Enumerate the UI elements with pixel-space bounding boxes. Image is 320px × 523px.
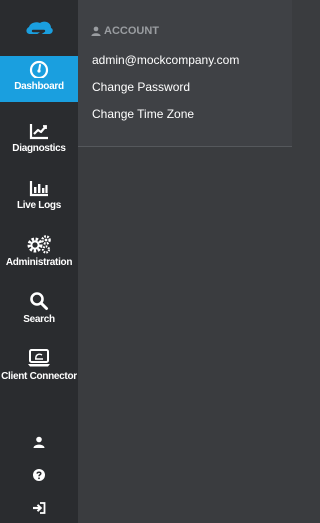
user-profile-button[interactable]	[0, 433, 78, 451]
nav-dashboard[interactable]: Dashboard	[0, 56, 78, 102]
nav-client-connector-label: Client Connector	[1, 371, 77, 382]
gauge-icon	[29, 56, 49, 78]
account-header-label: ACCOUNT	[104, 25, 159, 37]
sign-out-icon	[33, 502, 46, 514]
nav-live-logs[interactable]: Live Logs	[0, 175, 78, 221]
nav-dashboard-label: Dashboard	[14, 81, 64, 92]
help-icon	[33, 469, 45, 481]
nav-search[interactable]: Search	[0, 289, 78, 335]
account-section-header: ACCOUNT	[91, 25, 159, 37]
left-nav-sidebar: Dashboard Diagnostics Live Logs Administ…	[0, 0, 78, 523]
user-icon	[91, 26, 101, 36]
sign-out-button[interactable]	[0, 499, 78, 517]
nav-live-logs-label: Live Logs	[17, 200, 61, 211]
app-root: Dashboard Diagnostics Live Logs Administ…	[0, 0, 292, 523]
bar-chart-icon	[29, 175, 49, 197]
gears-icon	[26, 232, 52, 254]
help-button[interactable]	[0, 466, 78, 484]
nav-client-connector[interactable]: Client Connector	[0, 346, 78, 392]
cloud-logo-icon	[26, 21, 53, 39]
user-icon	[33, 436, 45, 448]
account-menu-section: ACCOUNT admin@mockcompany.com Change Pas…	[78, 0, 292, 147]
nav-search-label: Search	[23, 314, 55, 325]
change-password-link[interactable]: Change Password	[92, 80, 190, 94]
account-menu-panel: ACCOUNT admin@mockcompany.com Change Pas…	[78, 0, 292, 523]
zscaler-logo[interactable]	[0, 14, 78, 48]
nav-administration[interactable]: Administration	[0, 232, 78, 278]
nav-diagnostics-label: Diagnostics	[12, 143, 66, 154]
trend-chart-icon	[29, 118, 49, 140]
change-time-zone-link[interactable]: Change Time Zone	[92, 107, 194, 121]
search-icon	[29, 289, 49, 311]
laptop-icon	[27, 346, 51, 368]
nav-diagnostics[interactable]: Diagnostics	[0, 118, 78, 164]
nav-administration-label: Administration	[5, 257, 73, 268]
account-email-link[interactable]: admin@mockcompany.com	[92, 53, 239, 67]
